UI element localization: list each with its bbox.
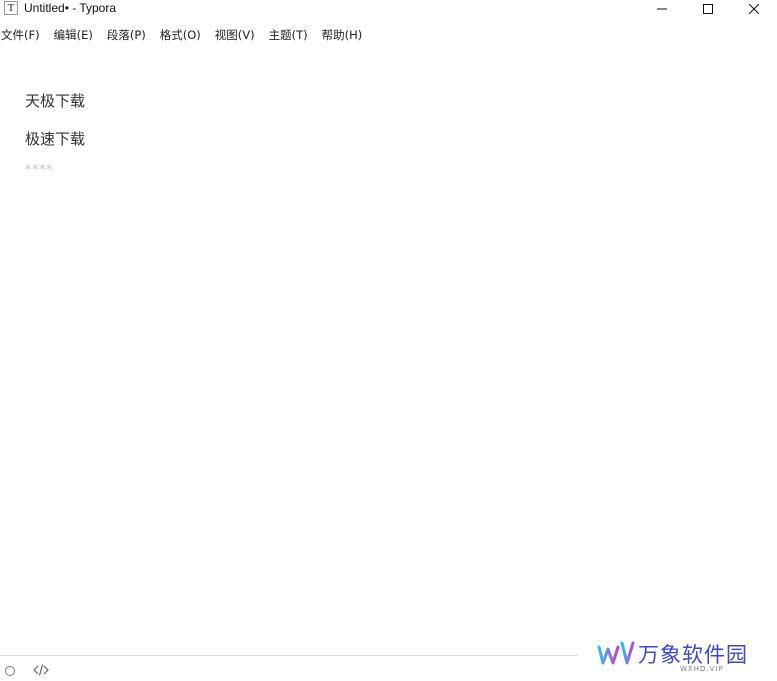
editor-paragraph-hr-placeholder[interactable]: **** <box>25 163 53 178</box>
maximize-icon <box>703 4 713 14</box>
menu-file[interactable]: 文件(F) <box>0 27 40 43</box>
menu-theme[interactable]: 主题(T) <box>268 27 308 43</box>
status-bar <box>0 655 578 681</box>
menu-edit[interactable]: 编辑(E) <box>53 27 93 43</box>
source-code-icon[interactable] <box>33 663 49 677</box>
menu-view[interactable]: 视图(V) <box>214 27 255 43</box>
close-icon <box>749 4 759 14</box>
editor-paragraph[interactable]: 极速下载 <box>25 128 85 149</box>
editor-paragraph[interactable]: 天极下载 <box>25 90 85 111</box>
editor-area[interactable]: 天极下载 极速下载 **** <box>0 60 777 652</box>
typora-window: T Untitled• - Typora 文件(F) 编辑(E) 段落(P) 格… <box>0 0 777 681</box>
brand-logo-icon <box>597 641 635 665</box>
minimize-icon <box>657 8 667 10</box>
circle-status-icon[interactable] <box>5 666 15 676</box>
close-button[interactable] <box>731 0 777 18</box>
maximize-button[interactable] <box>685 0 731 18</box>
minimize-button[interactable] <box>639 0 685 18</box>
menu-bar: 文件(F) 编辑(E) 段落(P) 格式(O) 视图(V) 主题(T) 帮助(H… <box>0 26 375 44</box>
watermark: 万象软件园 WXHD.VIP <box>596 637 766 677</box>
window-controls <box>639 0 777 18</box>
menu-paragraph[interactable]: 段落(P) <box>106 27 146 43</box>
watermark-domain: WXHD.VIP <box>680 665 724 673</box>
typora-app-icon: T <box>4 1 18 15</box>
title-bar[interactable]: T Untitled• - Typora <box>0 0 777 18</box>
window-title: Untitled• - Typora <box>24 1 117 15</box>
menu-format[interactable]: 格式(O) <box>159 27 201 43</box>
menu-help[interactable]: 帮助(H) <box>321 27 363 43</box>
